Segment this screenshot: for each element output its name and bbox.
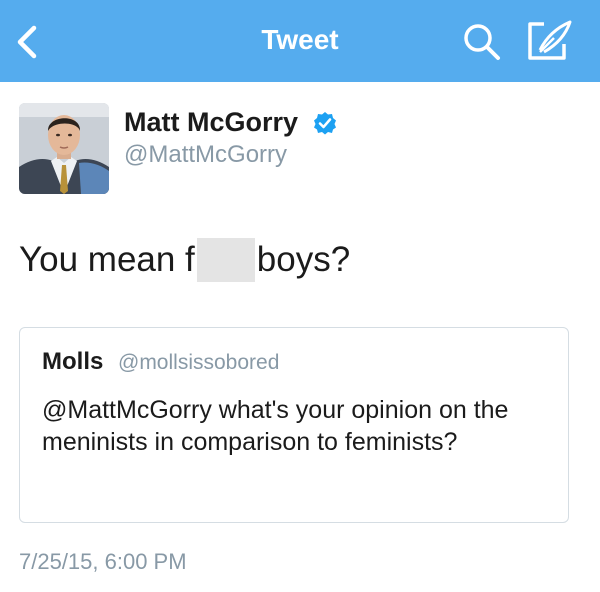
quoted-tweet-card[interactable]: Molls @mollsissobored @MattMcGorry what'… [19, 327, 569, 523]
profile-photo-icon [19, 103, 109, 194]
tweet-text-start: You mean f [19, 240, 195, 279]
tweet-text: You mean f boys? [19, 238, 350, 282]
tweet-text-end: boys? [256, 240, 351, 279]
quoted-author-handle: @mollsissobored [118, 351, 280, 374]
search-button[interactable] [462, 22, 502, 62]
search-icon [464, 24, 500, 60]
avatar[interactable] [19, 103, 109, 194]
author-name[interactable]: Matt McGorry [124, 107, 298, 138]
compose-button[interactable] [524, 18, 574, 64]
verified-badge-icon [314, 112, 336, 135]
compose-icon [528, 20, 572, 60]
quoted-author-name: Molls [42, 348, 104, 375]
navigation-bar: Tweet [0, 0, 600, 82]
quoted-tweet-text: @MattMcGorry what's your opinion on the … [42, 396, 509, 456]
redaction-box [196, 238, 255, 282]
page-title: Tweet [261, 24, 339, 55]
tweet-timestamp: 7/25/15, 6:00 PM [19, 549, 187, 574]
author-handle[interactable]: @MattMcGorry [124, 141, 287, 169]
